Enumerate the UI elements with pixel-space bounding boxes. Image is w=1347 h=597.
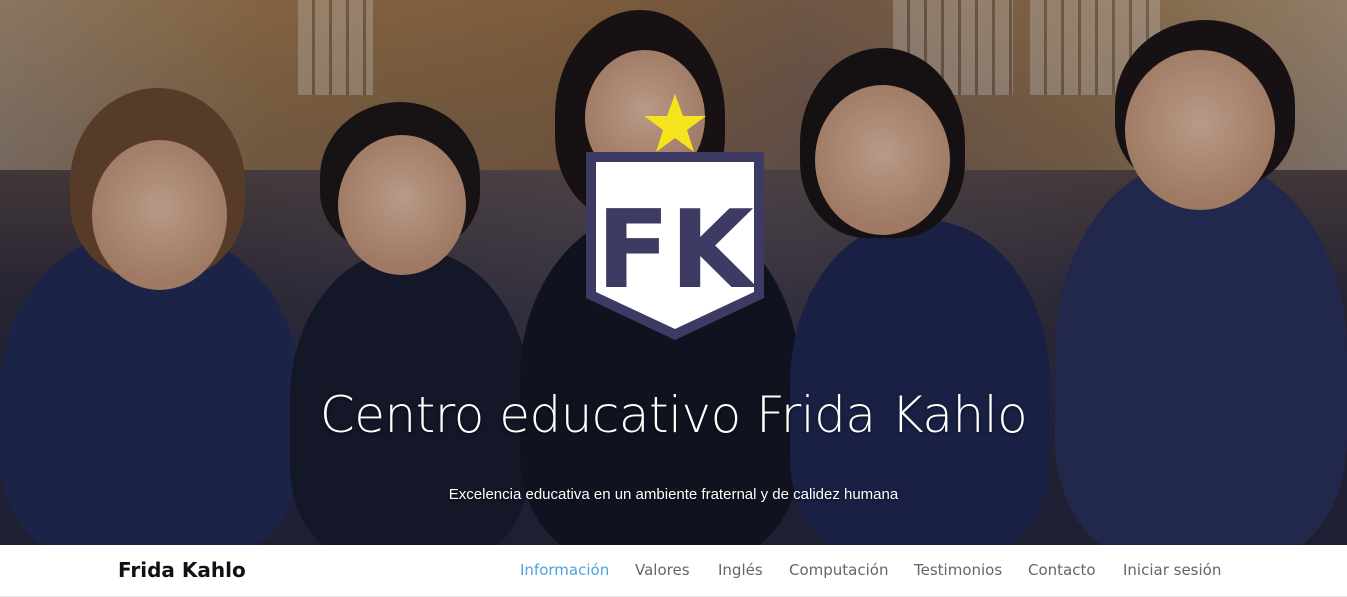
- logo-letters: FK: [596, 188, 757, 313]
- nav-link-testimonios[interactable]: Testimonios: [914, 561, 1002, 579]
- hero-subtitle: Excelencia educativa en un ambiente frat…: [448, 486, 899, 503]
- hero-title: Centro educativo Frida Kahlo: [319, 386, 1028, 444]
- nav-link-informacion[interactable]: Información: [520, 561, 609, 579]
- school-logo: FK: [586, 94, 764, 340]
- nav-link-iniciar-sesion[interactable]: Iniciar sesión: [1123, 561, 1221, 579]
- nav-link-contacto[interactable]: Contacto: [1028, 561, 1096, 579]
- nav-link-valores[interactable]: Valores: [635, 561, 690, 579]
- nav-link-computacion[interactable]: Computación: [789, 561, 888, 579]
- brand-link[interactable]: Frida Kahlo: [118, 558, 246, 582]
- main-navbar: Frida Kahlo Información Valores Inglés C…: [0, 545, 1347, 597]
- nav-link-ingles[interactable]: Inglés: [718, 561, 763, 579]
- logo-star-icon: [644, 94, 706, 152]
- hero-section: FK Centro educativo Frida Kahlo Excelenc…: [0, 0, 1347, 545]
